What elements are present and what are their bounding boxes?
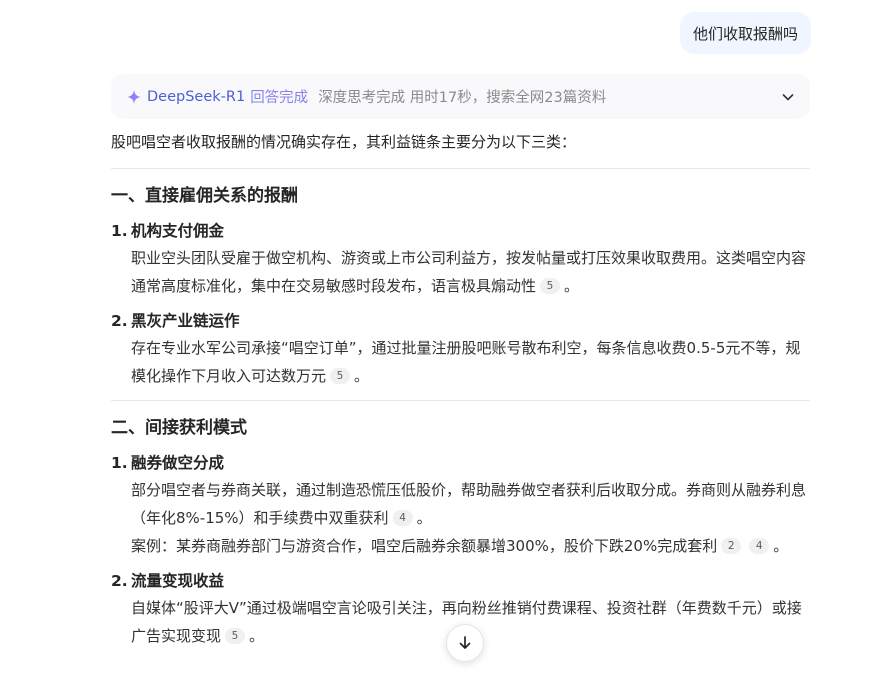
paragraph-text: 存在专业水军公司承接“唱空订单”，通过批量注册股吧账号散布利空，每条信息收费0.… [131,339,801,385]
list-item-paragraph: 案例：某券商融券部门与游资合作，唱空后融券余额暴增300%，股价下跌20%完成套… [111,532,810,560]
citation-badge[interactable]: 5 [225,628,246,644]
answer-status: 回答完成 [250,90,309,106]
list-item-paragraph: 部分唱空者与券商关联，通过制造恐慌压低股价，帮助融券做空者获利后收取分成。券商则… [111,476,810,532]
section-title: 一、直接雇佣关系的报酬 [111,186,298,206]
chat-view: 他们收取报酬吗 DeepSeek-R1 回答完成 深度思考完成 用时17秒，搜索… [0,0,883,681]
user-message-bubble: 他们收取报酬吗 [679,12,811,54]
list-number: 2. [111,312,128,330]
list-number: 1. [111,222,128,240]
list-item-paragraph: 存在专业水军公司承接“唱空订单”，通过批量注册股吧账号散布利空，每条信息收费0.… [111,334,810,390]
paragraph-tail: 。 [249,627,265,645]
list-item-heading: 机构支付佣金 [131,222,225,240]
citation-badge[interactable]: 5 [540,278,561,294]
citation-badge[interactable]: 4 [392,510,413,526]
paragraph-text: 案例：某券商融券部门与游资合作，唱空后融券余额暴增300%，股价下跌20%完成套… [131,537,718,555]
sparkle-icon [127,89,141,104]
list-item-title: 2. 流量变现收益 [111,568,810,594]
list-item-paragraph: 职业空头团队受雇于做空机构、游资或上市公司利益方，按发帖量或打压效果收取费用。这… [111,244,810,300]
answer-body: 股吧唱空者收取报酬的情况确实存在，其利益链条主要分为以下三类： 一、直接雇佣关系… [111,126,810,650]
paragraph-tail: 。 [416,509,432,527]
scroll-to-bottom-button[interactable] [446,624,484,662]
list-item-heading: 流量变现收益 [131,572,225,590]
list-item-heading: 融券做空分成 [131,454,225,472]
thinking-meta: 深度思考完成 用时17秒，搜索全网23篇资料 [318,90,607,106]
arrow-down-icon [459,636,471,649]
chevron-down-icon[interactable] [780,89,796,105]
list-item-title: 1. 机构支付佣金 [111,218,810,244]
paragraph-tail: 。 [564,277,580,295]
list-item-title: 2. 黑灰产业链运作 [111,308,810,334]
section-divider [111,168,810,169]
section-divider [111,400,810,401]
section-title: 二、间接获利模式 [111,418,247,438]
paragraph-tail: 。 [354,367,370,385]
user-message-text: 他们收取报酬吗 [692,24,798,43]
paragraph-text: 部分唱空者与券商关联，通过制造恐慌压低股价，帮助融券做空者获利后收取分成。券商则… [131,481,807,527]
list-item-heading: 黑灰产业链运作 [131,312,240,330]
citation-badge[interactable]: 4 [749,538,770,554]
list-item-title: 1. 融券做空分成 [111,450,810,476]
citation-badge[interactable]: 5 [330,368,351,384]
thinking-summary-bar[interactable]: DeepSeek-R1 回答完成 深度思考完成 用时17秒，搜索全网23篇资料 [111,74,810,119]
bottom-fade [0,650,883,681]
paragraph-text: 职业空头团队受雇于做空机构、游资或上市公司利益方，按发帖量或打压效果收取费用。这… [131,249,807,295]
list-number: 2. [111,572,128,590]
list-number: 1. [111,454,128,472]
answer-intro: 股吧唱空者收取报酬的情况确实存在，其利益链条主要分为以下三类： [111,133,577,151]
model-name: DeepSeek-R1 [147,88,246,105]
citation-badge[interactable]: 2 [721,538,742,554]
paragraph-tail: 。 [773,537,789,555]
